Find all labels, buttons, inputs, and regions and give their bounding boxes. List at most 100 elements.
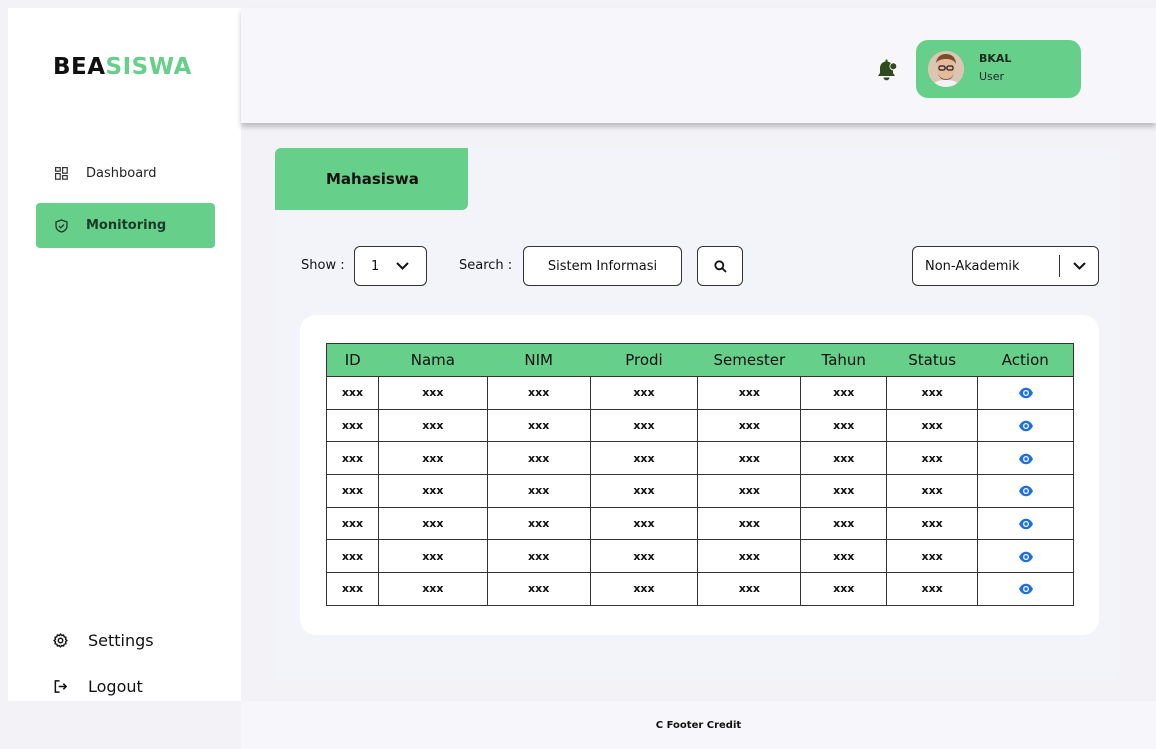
table-cell: xxx — [697, 474, 802, 508]
table-cell: xxx — [486, 376, 591, 410]
table-cell: xxx — [589, 506, 699, 541]
brand-part-1: BEA — [53, 54, 106, 80]
chevron-down-icon — [395, 261, 410, 271]
table-cell: xxx — [377, 506, 488, 541]
table-cell: xxx — [800, 474, 888, 508]
column-header-action: Action — [977, 343, 1074, 377]
user-name: BKAL — [979, 52, 1012, 65]
table-cell: xxx — [589, 408, 699, 443]
table-cell: xxx — [589, 376, 699, 410]
show-label: Show : — [301, 258, 345, 273]
table-cell: xxx — [377, 572, 488, 606]
table-cell: xxx — [697, 441, 802, 476]
brand-logo[interactable]: BEASISWA — [53, 54, 192, 80]
search-value: Sistem Informasi — [547, 258, 658, 274]
tab-mahasiswa[interactable]: Mahasiswa — [275, 148, 468, 210]
logout-button[interactable]: Logout — [52, 677, 143, 696]
table-cell: xxx — [697, 539, 802, 574]
eye-icon[interactable] — [1018, 485, 1034, 497]
sidebar-item-dashboard[interactable]: Dashboard — [36, 151, 215, 196]
table-row: xxx xxx xxx xxx xxx xxx xxx — [326, 506, 1074, 541]
table-cell: xxx — [326, 506, 379, 541]
table-cell: xxx — [486, 539, 591, 574]
table-cell: xxx — [326, 408, 379, 443]
table-cell: xxx — [326, 441, 379, 476]
category-select[interactable]: Non-Akademik — [912, 246, 1099, 286]
table-cell: xxx — [886, 506, 979, 541]
select-divider — [1059, 255, 1060, 277]
table-cell: xxx — [886, 408, 979, 443]
table-cell: xxx — [326, 572, 379, 606]
column-header-prodi: Prodi — [590, 343, 698, 377]
eye-icon[interactable] — [1018, 420, 1034, 432]
table-cell: xxx — [326, 539, 379, 574]
action-cell — [977, 539, 1074, 574]
table-row: xxx xxx xxx xxx xxx xxx xxx — [326, 408, 1074, 443]
eye-icon[interactable] — [1018, 551, 1034, 563]
category-value: Non-Akademik — [925, 258, 1020, 274]
table-cell: xxx — [589, 474, 699, 508]
table-cell: xxx — [377, 441, 488, 476]
logout-icon — [52, 679, 68, 695]
action-cell — [977, 441, 1074, 476]
table-row: xxx xxx xxx xxx xxx xxx xxx — [326, 474, 1074, 508]
action-cell — [977, 506, 1074, 541]
table-row: xxx xxx xxx xxx xxx xxx xxx — [326, 441, 1074, 476]
eye-icon[interactable] — [1018, 387, 1034, 399]
table-row: xxx xxx xxx xxx xxx xxx xxx — [326, 376, 1074, 410]
action-cell — [977, 376, 1074, 410]
footer-credit: C Footer Credit — [655, 719, 742, 731]
show-value: 1 — [371, 258, 380, 274]
shield-check-icon — [54, 218, 68, 233]
main-panel: Mahasiswa Show : 1 Search : Sistem Infor… — [275, 148, 1119, 680]
table-cell: xxx — [486, 474, 591, 508]
action-cell — [977, 572, 1074, 606]
top-bar: BKAL User — [241, 8, 1156, 123]
table-cell: xxx — [486, 506, 591, 541]
table-cell: xxx — [800, 408, 888, 443]
table-row: xxx xxx xxx xxx xxx xxx xxx — [326, 539, 1074, 574]
settings-button[interactable]: Settings — [52, 631, 154, 650]
table-cell: xxx — [800, 539, 888, 574]
chevron-down-icon — [1072, 261, 1087, 271]
sidebar-item-monitoring[interactable]: Monitoring — [36, 203, 215, 248]
table-row: xxx xxx xxx xxx xxx xxx xxx — [326, 572, 1074, 606]
user-profile-card[interactable]: BKAL User — [916, 40, 1081, 98]
table-cell: xxx — [697, 572, 802, 606]
bell-icon[interactable] — [875, 58, 897, 82]
settings-label: Settings — [88, 631, 154, 650]
show-select[interactable]: 1 — [354, 246, 427, 286]
grid-icon — [54, 167, 68, 181]
column-header-nim: NIM — [487, 343, 591, 377]
table-cell: xxx — [377, 539, 488, 574]
table-cell: xxx — [697, 408, 802, 443]
sidebar-item-label: Dashboard — [86, 166, 157, 181]
data-table: ID Nama NIM Prodi Semester Tahun Status Action … — [326, 343, 1074, 606]
search-label: Search : — [459, 258, 513, 273]
table-cell: xxx — [486, 441, 591, 476]
search-button[interactable] — [697, 246, 743, 286]
user-role: User — [979, 70, 1005, 83]
search-icon — [713, 259, 727, 273]
table-cell: xxx — [697, 506, 802, 541]
column-header-status: Status — [886, 343, 978, 377]
table-body: xxx xxx xxx xxx xxx xxx xxx xxx xxx xxx xxx xxx xxx x… — [326, 376, 1074, 606]
table-cell: xxx — [800, 376, 888, 410]
table-cell: xxx — [886, 441, 979, 476]
table-cell: xxx — [800, 441, 888, 476]
column-header-id: ID — [326, 343, 379, 377]
column-header-tahun: Tahun — [800, 343, 887, 377]
table-cell: xxx — [589, 539, 699, 574]
table-cell: xxx — [326, 474, 379, 508]
eye-icon[interactable] — [1018, 453, 1034, 465]
table-cell: xxx — [886, 376, 979, 410]
gear-icon — [52, 633, 68, 649]
eye-icon[interactable] — [1018, 583, 1034, 595]
table-cell: xxx — [377, 408, 488, 443]
avatar — [928, 51, 964, 87]
search-input[interactable]: Sistem Informasi — [523, 246, 682, 286]
eye-icon[interactable] — [1018, 518, 1034, 530]
table-cell: xxx — [800, 506, 888, 541]
table-header: ID Nama NIM Prodi Semester Tahun Status Action — [326, 343, 1074, 377]
table-cell: xxx — [486, 572, 591, 606]
